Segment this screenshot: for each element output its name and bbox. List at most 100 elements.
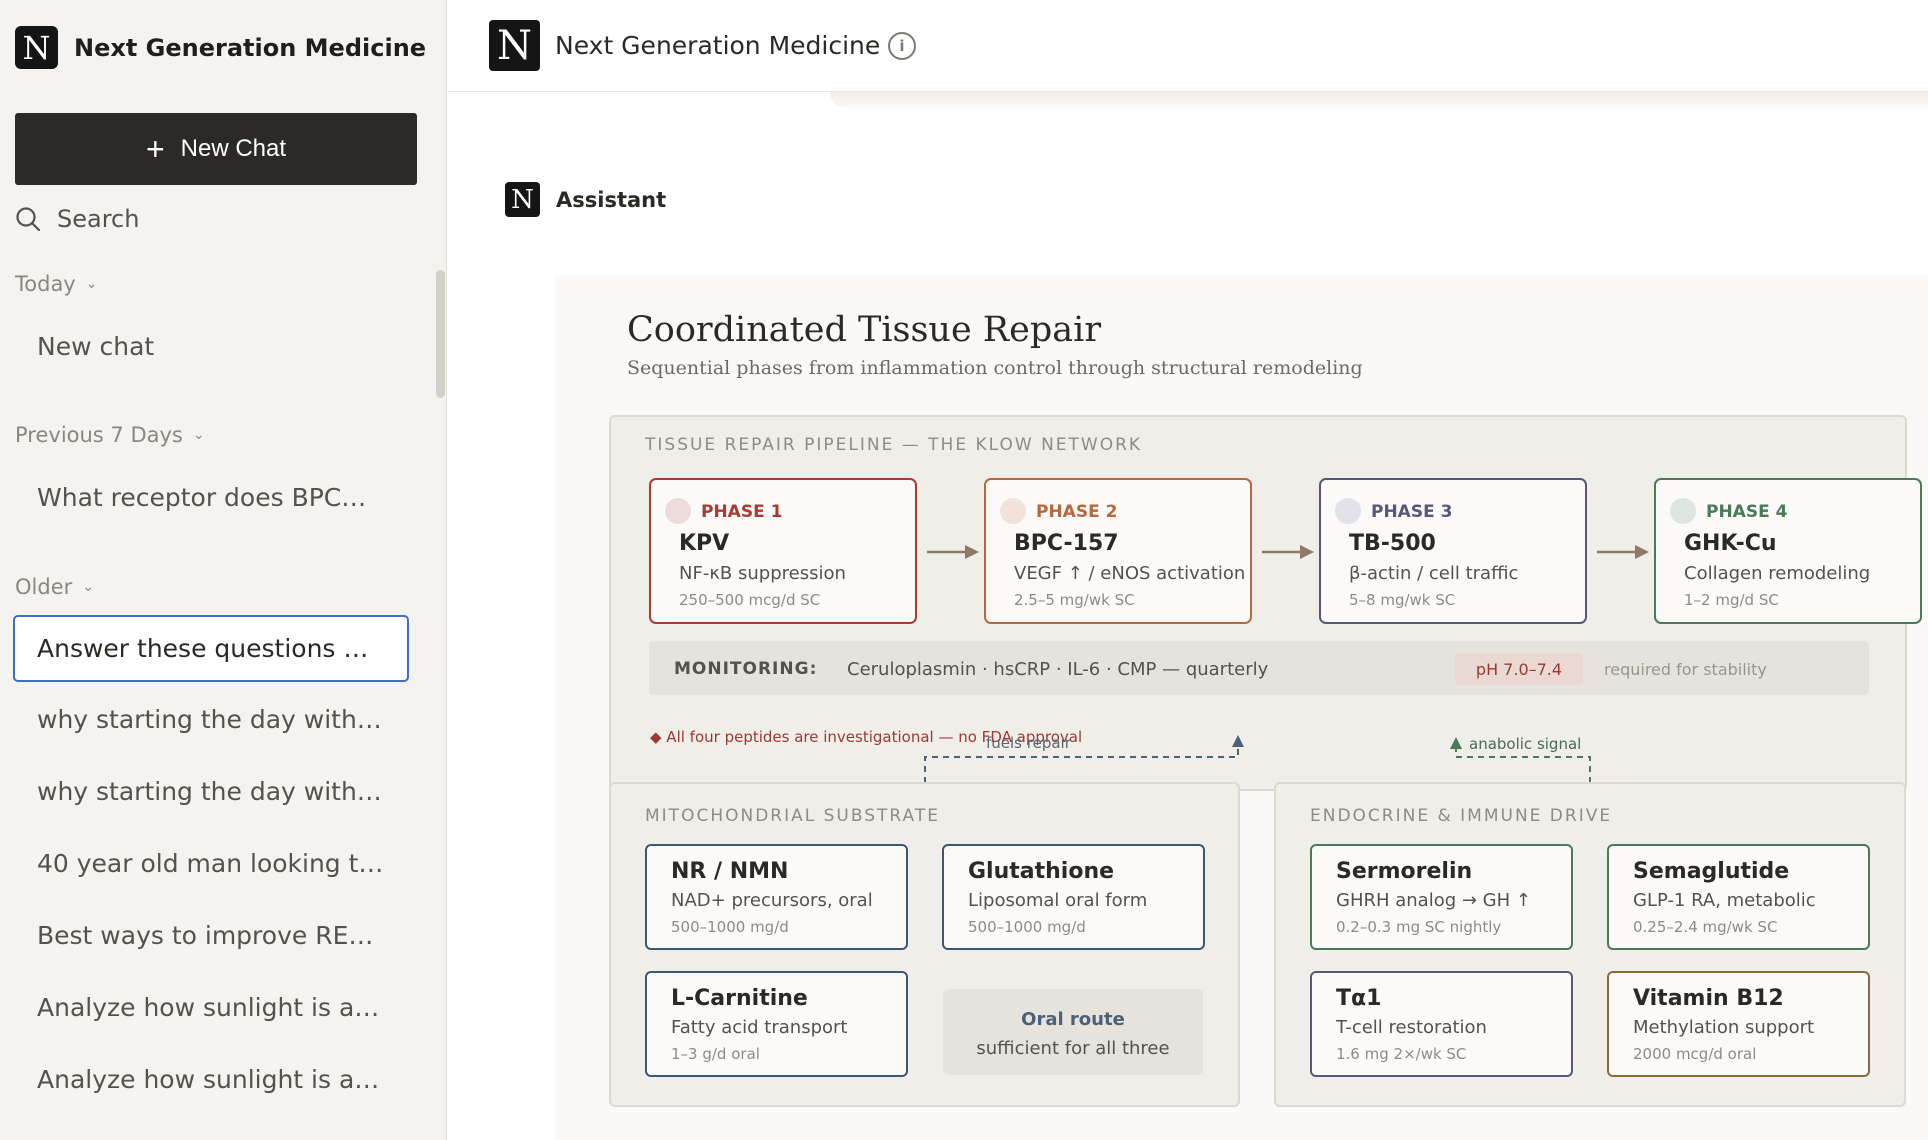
phase-dot	[665, 498, 691, 524]
ph-badge: pH 7.0–7.4	[1455, 653, 1583, 685]
monitoring-bar: MONITORING: Ceruloplasmin · hsCRP · IL-6…	[649, 641, 1869, 695]
card-name: NR / NMN	[671, 859, 789, 884]
chat-item[interactable]: why starting the day with…	[37, 777, 382, 806]
card-dose: 2000 mcg/d oral	[1633, 1045, 1757, 1063]
arrow-icon	[1262, 545, 1314, 559]
section-label: Previous 7 Days	[15, 423, 183, 447]
chat-item[interactable]: What receptor does BPC…	[37, 483, 366, 512]
message-bubble-edge	[830, 92, 1928, 108]
diagram-subtitle: Sequential phases from inflammation cont…	[627, 357, 1363, 379]
arrow-icon	[1597, 545, 1649, 559]
search-icon	[16, 207, 41, 232]
chat-item[interactable]: New chat	[37, 332, 154, 361]
phase-dot	[1670, 498, 1696, 524]
oral-route-note: Oral route sufficient for all three	[943, 989, 1203, 1075]
card-desc: Liposomal oral form	[968, 890, 1148, 911]
card-dose: 500–1000 mg/d	[968, 918, 1086, 936]
endocrine-panel: ENDOCRINE & IMMUNE DRIVE Sermorelin GHRH…	[1274, 782, 1906, 1107]
supplement-card: Tα1 T-cell restoration 1.6 mg 2×/wk SC	[1310, 971, 1573, 1077]
brand-name: Next Generation Medicine	[74, 33, 427, 62]
new-chat-button[interactable]: + New Chat	[15, 113, 417, 185]
section-older[interactable]: Older ⌄	[15, 575, 94, 599]
header: N Next Generation Medicine i	[448, 0, 1928, 92]
card-name: Semaglutide	[1633, 859, 1790, 884]
card-name: Glutathione	[968, 859, 1115, 884]
section-label: Older	[15, 575, 73, 599]
phase-name: GHK-Cu	[1684, 531, 1777, 556]
chat-item[interactable]: Analyze how sunlight is a…	[37, 993, 379, 1022]
search-button[interactable]: Search	[15, 205, 139, 233]
phase-desc: Collagen remodeling	[1684, 563, 1871, 584]
card-name: Vitamin B12	[1633, 986, 1784, 1011]
fuels-label: fuels repair	[986, 734, 1071, 752]
new-chat-label: New Chat	[180, 135, 287, 162]
phase-tag: PHASE 1	[701, 502, 783, 522]
page-title: Next Generation Medicine	[555, 31, 881, 60]
sidebar-scrollbar[interactable]	[436, 270, 445, 398]
diagram-title: Coordinated Tissue Repair	[627, 310, 1102, 350]
chat-item-label: Answer these questions …	[37, 634, 369, 663]
monitoring-note: required for stability	[1604, 660, 1767, 679]
phase-dose: 5–8 mg/wk SC	[1349, 591, 1456, 609]
card-name: L-Carnitine	[671, 986, 808, 1011]
supplement-card: Glutathione Liposomal oral form 500–1000…	[942, 844, 1205, 950]
phase-card: PHASE 2 BPC-157 VEGF ↑ / eNOS activation…	[984, 478, 1252, 624]
search-label: Search	[57, 205, 140, 233]
monitoring-label: MONITORING:	[674, 659, 818, 679]
chevron-down-icon: ⌄	[192, 427, 205, 443]
card-dose: 0.25–2.4 mg/wk SC	[1633, 918, 1778, 936]
phase-dot	[1335, 498, 1361, 524]
endo-label: ENDOCRINE & IMMUNE DRIVE	[1310, 806, 1613, 826]
phase-name: TB-500	[1349, 531, 1436, 556]
phase-name: BPC-157	[1014, 531, 1119, 556]
logo-icon: N	[15, 26, 58, 69]
chat-item[interactable]: Analyze how sunlight is a…	[37, 1065, 379, 1094]
chevron-down-icon: ⌄	[85, 276, 98, 292]
mitochondrial-panel: MITOCHONDRIAL SUBSTRATE NR / NMN NAD+ pr…	[609, 782, 1240, 1107]
card-desc: GHRH analog → GH ↑	[1336, 890, 1531, 911]
phase-desc: NF-κB suppression	[679, 563, 846, 584]
supplement-card: Semaglutide GLP-1 RA, metabolic 0.25–2.4…	[1607, 844, 1870, 950]
card-dose: 1–3 g/d oral	[671, 1045, 760, 1063]
section-previous-7-days[interactable]: Previous 7 Days ⌄	[15, 423, 205, 447]
phase-card: PHASE 3 TB-500 β-actin / cell traffic 5–…	[1319, 478, 1587, 624]
logo-icon: N	[489, 20, 540, 71]
phase-dose: 250–500 mcg/d SC	[679, 591, 821, 609]
chevron-down-icon: ⌄	[82, 579, 94, 595]
brand[interactable]: N Next Generation Medicine	[15, 26, 426, 69]
phase-card: PHASE 4 GHK-Cu Collagen remodeling 1–2 m…	[1654, 478, 1922, 624]
supplement-card: L-Carnitine Fatty acid transport 1–3 g/d…	[645, 971, 908, 1077]
assistant-avatar: N	[505, 182, 540, 217]
plus-icon: +	[145, 131, 165, 167]
arrow-icon	[927, 545, 979, 559]
monitoring-text: Ceruloplasmin · hsCRP · IL-6 · CMP — qua…	[847, 659, 1269, 680]
phase-name: KPV	[679, 531, 730, 556]
supplement-card: NR / NMN NAD+ precursors, oral 500–1000 …	[645, 844, 908, 950]
card-desc: Methylation support	[1633, 1017, 1815, 1038]
card-dose: 0.2–0.3 mg SC nightly	[1336, 918, 1502, 936]
oral-route-title: Oral route	[1021, 1009, 1125, 1030]
chat-item[interactable]: Best ways to improve RE…	[37, 921, 373, 950]
phase-dose: 1–2 mg/d SC	[1684, 591, 1779, 609]
info-icon[interactable]: i	[888, 32, 916, 60]
card-desc: NAD+ precursors, oral	[671, 890, 873, 911]
phase-desc: β-actin / cell traffic	[1349, 563, 1519, 584]
phase-tag: PHASE 2	[1036, 502, 1118, 522]
section-today[interactable]: Today ⌄	[15, 272, 97, 296]
section-label: Today	[15, 272, 76, 296]
pipeline-label: TISSUE REPAIR PIPELINE — THE KLOW NETWOR…	[645, 435, 1143, 455]
phase-desc: VEGF ↑ / eNOS activation	[1014, 563, 1246, 584]
chat-item[interactable]: 40 year old man looking t…	[37, 849, 383, 878]
card-desc: T-cell restoration	[1336, 1017, 1487, 1038]
card-name: Tα1	[1336, 986, 1382, 1011]
chat-item-active[interactable]: Answer these questions …	[13, 615, 409, 682]
chat-item[interactable]: why starting the day with…	[37, 705, 382, 734]
sidebar: N Next Generation Medicine + New Chat Se…	[0, 0, 447, 1140]
oral-route-text: sufficient for all three	[976, 1038, 1170, 1059]
phase-tag: PHASE 4	[1706, 502, 1788, 522]
supplement-card: Vitamin B12 Methylation support 2000 mcg…	[1607, 971, 1870, 1077]
card-dose: 500–1000 mg/d	[671, 918, 789, 936]
assistant-label: Assistant	[556, 187, 667, 212]
phase-dot	[1000, 498, 1026, 524]
card-desc: GLP-1 RA, metabolic	[1633, 890, 1816, 911]
